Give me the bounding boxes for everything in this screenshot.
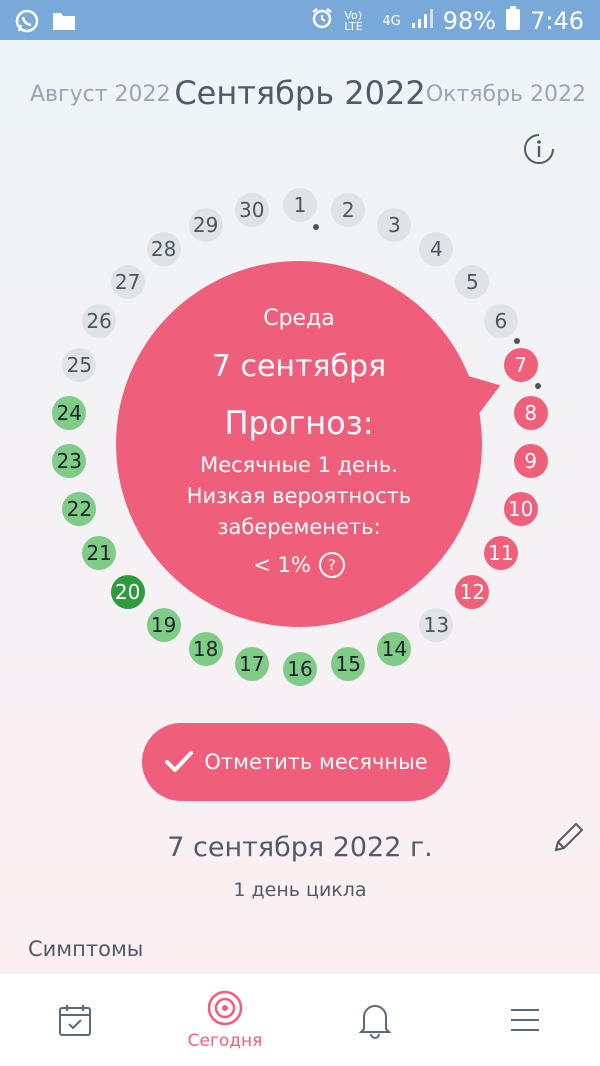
menu-icon <box>511 1008 539 1031</box>
day-marker-dot <box>313 224 319 230</box>
cycle-day-5[interactable]: 5 <box>455 264 490 299</box>
network-type: 4G <box>382 13 401 29</box>
next-month-link[interactable]: Октябрь 2022 <box>426 82 586 107</box>
volte-indicator: Vo) LTE <box>344 9 363 33</box>
cycle-day-18[interactable]: 18 <box>188 631 223 666</box>
nav-today[interactable]: Сегодня <box>150 973 300 1066</box>
signal-icon <box>411 7 433 35</box>
cycle-day-2[interactable]: 2 <box>331 193 366 228</box>
cycle-day-9[interactable]: 9 <box>513 444 548 479</box>
cycle-day-14[interactable]: 14 <box>377 631 412 666</box>
cycle-day-6[interactable]: 6 <box>483 304 518 338</box>
cycle-day-25[interactable]: 25 <box>62 348 97 383</box>
day-marker-dot <box>535 383 541 389</box>
cycle-day-17[interactable]: 17 <box>234 646 269 681</box>
cycle-day-22[interactable]: 22 <box>62 491 97 526</box>
cycle-day-10[interactable]: 10 <box>503 491 538 526</box>
bubble-heading: Прогноз: <box>224 404 374 442</box>
mark-period-button[interactable]: Отметить месячные <box>142 723 450 801</box>
battery-percent: 98% <box>442 7 497 35</box>
cycle-day-28[interactable]: 28 <box>146 232 181 267</box>
bubble-weekday: Среда <box>263 306 335 331</box>
cycle-day-24[interactable]: 24 <box>52 395 87 430</box>
cycle-day-13[interactable]: 13 <box>419 607 454 642</box>
day-marker-dot <box>514 338 520 344</box>
cycle-day-30[interactable]: 30 <box>234 193 269 228</box>
cycle-day-1[interactable]: 1 <box>283 188 317 222</box>
cycle-day-20[interactable]: 20 <box>110 575 145 610</box>
cycle-day-27[interactable]: 27 <box>110 264 145 299</box>
whatsapp-icon <box>14 8 40 38</box>
nav-notifications[interactable] <box>300 973 450 1066</box>
cycle-day-21[interactable]: 21 <box>82 536 117 570</box>
cycle-day-label: 1 день цикла <box>233 879 367 901</box>
cycle-day-16[interactable]: 16 <box>283 652 317 686</box>
bubble-date: 7 сентября <box>211 349 387 384</box>
cycle-day-8[interactable]: 8 <box>513 395 548 430</box>
cycle-day-23[interactable]: 23 <box>52 444 87 479</box>
bubble-probability-value: < 1% ? <box>116 552 482 578</box>
selected-date: 7 сентября 2022 г. <box>167 832 433 863</box>
mark-period-label: Отметить месячные <box>204 750 428 774</box>
help-icon[interactable]: ? <box>318 552 345 578</box>
symptoms-heading: Симптомы <box>28 937 144 961</box>
cycle-day-12[interactable]: 12 <box>455 575 490 610</box>
forecast-bubble: Среда 7 сентября Прогноз: Месячные 1 ден… <box>116 261 482 627</box>
cycle-day-29[interactable]: 29 <box>188 208 223 243</box>
cycle-day-11[interactable]: 11 <box>483 536 518 570</box>
cycle-day-26[interactable]: 26 <box>82 304 117 338</box>
checkmark-icon <box>165 751 194 772</box>
calendar-check-icon <box>59 1004 91 1036</box>
cycle-day-15[interactable]: 15 <box>331 646 366 681</box>
bottom-nav: Сегодня <box>0 972 600 1066</box>
bell-icon <box>358 1004 392 1039</box>
cycle-day-7[interactable]: 7 <box>503 348 538 383</box>
info-icon[interactable] <box>522 132 556 166</box>
battery-icon <box>506 6 521 36</box>
nav-menu[interactable] <box>450 973 600 1066</box>
clock: 7:46 <box>530 7 584 35</box>
nav-calendar[interactable] <box>0 973 150 1066</box>
cycle-day-4[interactable]: 4 <box>419 232 454 267</box>
bubble-probability-text: Низкая вероятность <box>186 484 412 508</box>
status-bar: Vo) LTE 4G 98% 7:46 <box>0 0 600 40</box>
nav-today-label: Сегодня <box>187 1030 263 1051</box>
alarm-icon <box>310 6 334 36</box>
bubble-period-text: Месячные 1 день. <box>200 453 398 477</box>
bubble-probability-text-2: забеременеть: <box>217 515 381 539</box>
cycle-day-3[interactable]: 3 <box>377 208 412 243</box>
target-icon <box>207 990 243 1025</box>
main-page: Август 2022 Сентябрь 2022 Октябрь 2022 1… <box>0 40 600 972</box>
cycle-day-19[interactable]: 19 <box>146 607 181 642</box>
probability-value: < 1% <box>253 553 311 577</box>
folder-icon <box>52 10 76 36</box>
